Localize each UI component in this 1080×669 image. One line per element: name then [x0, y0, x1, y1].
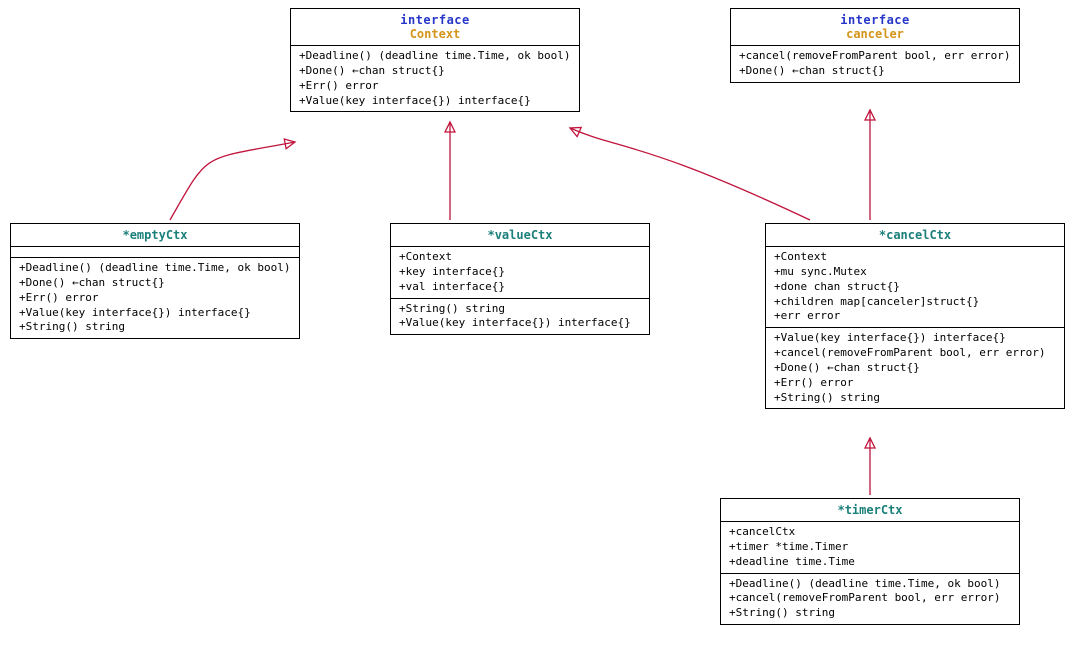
title-row: *cancelCtx: [766, 224, 1064, 247]
class-box-timerctx: *timerCtx +cancelCtx +timer *time.Timer …: [720, 498, 1020, 625]
type-name: *cancelCtx: [772, 228, 1058, 242]
class-box-emptyctx: *emptyCtx +Deadline() (deadline time.Tim…: [10, 223, 300, 339]
stereotype-label: interface: [297, 13, 573, 27]
methods-section: +String() string +Value(key interface{})…: [391, 299, 649, 335]
type-name: *emptyCtx: [17, 228, 293, 242]
title-row: *emptyCtx: [11, 224, 299, 247]
class-box-context: interface Context +Deadline() (deadline …: [290, 8, 580, 112]
title-row: *valueCtx: [391, 224, 649, 247]
fields-section: +Context +key interface{} +val interface…: [391, 247, 649, 299]
methods-section: +Deadline() (deadline time.Time, ok bool…: [721, 574, 1019, 625]
fields-section: +Context +mu sync.Mutex +done chan struc…: [766, 247, 1064, 328]
class-box-canceler: interface canceler +cancel(removeFromPar…: [730, 8, 1020, 83]
methods-section: +Deadline() (deadline time.Time, ok bool…: [291, 46, 579, 111]
fields-section: +cancelCtx +timer *time.Timer +deadline …: [721, 522, 1019, 574]
title-row: interface canceler: [731, 9, 1019, 46]
type-name: Context: [297, 27, 573, 41]
title-row: *timerCtx: [721, 499, 1019, 522]
class-box-cancelctx: *cancelCtx +Context +mu sync.Mutex +done…: [765, 223, 1065, 409]
type-name: *valueCtx: [397, 228, 643, 242]
methods-section: +Value(key interface{}) interface{} +can…: [766, 328, 1064, 408]
methods-section: +cancel(removeFromParent bool, err error…: [731, 46, 1019, 82]
methods-section: +Deadline() (deadline time.Time, ok bool…: [11, 258, 299, 338]
class-box-valuectx: *valueCtx +Context +key interface{} +val…: [390, 223, 650, 335]
type-name: canceler: [737, 27, 1013, 41]
title-row: interface Context: [291, 9, 579, 46]
fields-section-empty: [11, 247, 299, 258]
type-name: *timerCtx: [727, 503, 1013, 517]
stereotype-label: interface: [737, 13, 1013, 27]
